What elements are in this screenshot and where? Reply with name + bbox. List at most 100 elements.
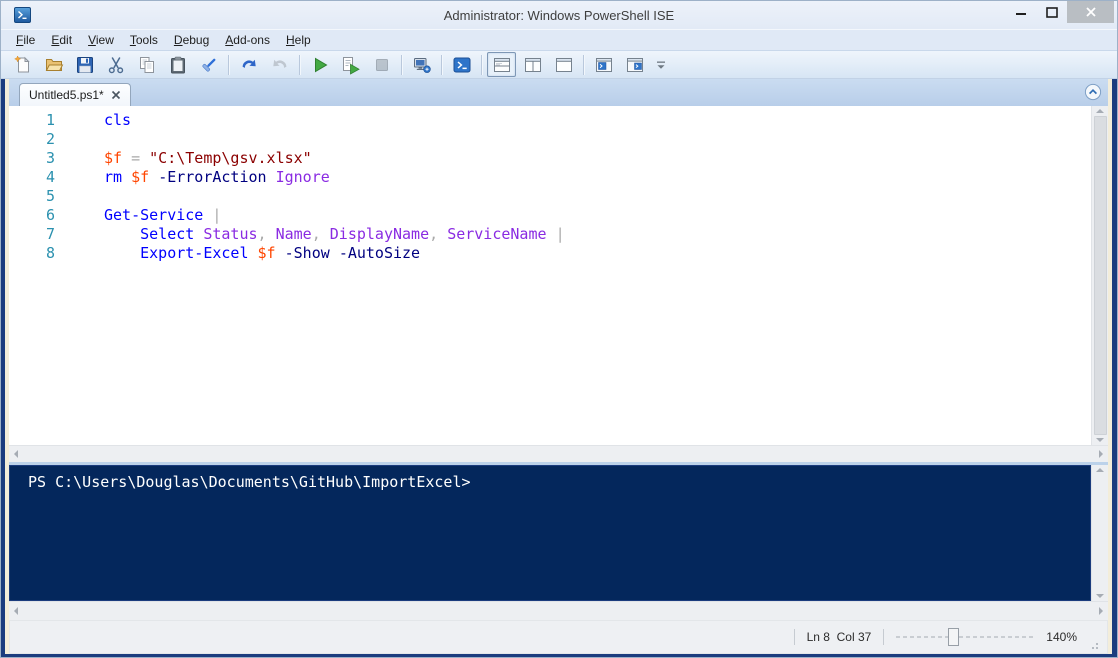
resize-grip-icon[interactable] — [1087, 638, 1099, 650]
copy-button[interactable] — [132, 52, 161, 77]
content-frame: Untitled5.ps1* 1cls23$f = "C:\Temp\gsv.x… — [1, 79, 1117, 657]
start-powershell-button[interactable] — [447, 52, 476, 77]
new-file-icon — [13, 55, 33, 75]
run-script-icon — [310, 55, 330, 75]
run-script-button[interactable] — [305, 52, 334, 77]
console-row: PS C:\Users\Douglas\Documents\GitHub\Imp… — [9, 465, 1108, 601]
code-text: Select Status, Name, DisplayName, Servic… — [59, 225, 565, 244]
collapse-script-pane-button[interactable] — [1084, 83, 1102, 101]
zoom-slider-track[interactable] — [896, 636, 1036, 638]
editor-line: 2 — [9, 130, 1091, 149]
scroll-right-icon[interactable] — [1099, 607, 1103, 615]
editor-line: 6Get-Service | — [9, 206, 1091, 225]
new-file-button[interactable] — [8, 52, 37, 77]
new-remote-powershell-tab-button[interactable] — [407, 52, 436, 77]
tab-close-button[interactable] — [111, 90, 121, 100]
script-pane-top-button[interactable] — [487, 52, 516, 77]
menu-item-debug[interactable]: Debug — [166, 31, 217, 49]
editor-vertical-scrollbar[interactable] — [1091, 106, 1108, 445]
line-number: 7 — [9, 225, 59, 244]
maximize-icon — [1046, 7, 1058, 18]
status-separator — [794, 629, 795, 645]
open-file-icon — [44, 55, 64, 75]
editor-line: 1cls — [9, 111, 1091, 130]
menu-item-add-ons[interactable]: Add-ons — [217, 31, 278, 49]
scroll-down-icon[interactable] — [1096, 438, 1104, 442]
script-pane-right-button[interactable] — [518, 52, 547, 77]
clear-console-icon — [199, 55, 219, 75]
maximize-button[interactable] — [1036, 1, 1067, 23]
editor-line: 7 Select Status, Name, DisplayName, Serv… — [9, 225, 1091, 244]
show-command-window-button[interactable] — [589, 52, 618, 77]
script-pane-top-icon — [492, 55, 512, 75]
line-number: 6 — [9, 206, 59, 225]
zoom-slider-handle[interactable] — [948, 628, 959, 646]
start-powershell-icon — [452, 55, 472, 75]
toolbar-options-button[interactable] — [651, 52, 671, 77]
chevron-up-circle-icon — [1084, 83, 1102, 101]
status-separator — [883, 629, 884, 645]
paste-button[interactable] — [163, 52, 192, 77]
line-number: 1 — [9, 111, 59, 130]
menu-bar: FileEditViewToolsDebugAdd-onsHelp — [1, 29, 1117, 50]
save-button[interactable] — [70, 52, 99, 77]
menu-item-edit[interactable]: Edit — [43, 31, 80, 49]
code-text: Get-Service | — [59, 206, 221, 225]
menu-item-help[interactable]: Help — [278, 31, 319, 49]
clear-console-button[interactable] — [194, 52, 223, 77]
toolbar-separator — [299, 55, 300, 75]
close-button[interactable] — [1067, 1, 1114, 23]
menu-item-view[interactable]: View — [80, 31, 122, 49]
toolbar-separator — [401, 55, 402, 75]
code-editor[interactable]: 1cls23$f = "C:\Temp\gsv.xlsx"4rm $f -Err… — [9, 106, 1091, 445]
toolbar-separator — [481, 55, 482, 75]
zoom-level: 140% — [1046, 630, 1077, 644]
scrollbar-thumb[interactable] — [1094, 116, 1107, 435]
scroll-up-icon[interactable] — [1096, 109, 1104, 113]
copy-icon — [137, 55, 157, 75]
code-text — [59, 130, 104, 149]
scroll-left-icon[interactable] — [14, 450, 18, 458]
line-number: 4 — [9, 168, 59, 187]
tab-label: Untitled5.ps1* — [29, 88, 104, 102]
code-text: rm $f -ErrorAction Ignore — [59, 168, 330, 187]
window-title: Administrator: Windows PowerShell ISE — [1, 8, 1117, 23]
run-selection-button[interactable] — [336, 52, 365, 77]
redo-button[interactable] — [265, 52, 294, 77]
redo-icon — [270, 55, 290, 75]
tab-untitled5[interactable]: Untitled5.ps1* — [19, 83, 131, 106]
cut-button[interactable] — [101, 52, 130, 77]
console-vertical-scrollbar[interactable] — [1091, 465, 1108, 601]
show-command-window-icon — [594, 55, 614, 75]
script-pane: 1cls23$f = "C:\Temp\gsv.xlsx"4rm $f -Err… — [9, 106, 1108, 462]
editor-line: 3$f = "C:\Temp\gsv.xlsx" — [9, 149, 1091, 168]
editor-horizontal-scrollbar[interactable] — [9, 445, 1108, 462]
scroll-down-icon[interactable] — [1096, 594, 1104, 598]
scroll-left-icon[interactable] — [14, 607, 18, 615]
scroll-up-icon[interactable] — [1096, 468, 1104, 472]
show-console-pane-button[interactable] — [620, 52, 649, 77]
title-bar: Administrator: Windows PowerShell ISE — [1, 1, 1117, 29]
toolbar — [1, 50, 1117, 79]
script-pane-maximized-button[interactable] — [549, 52, 578, 77]
menu-item-tools[interactable]: Tools — [122, 31, 166, 49]
minimize-button[interactable] — [1005, 1, 1036, 23]
script-pane-maximized-icon — [554, 55, 574, 75]
undo-icon — [239, 55, 259, 75]
save-icon — [75, 55, 95, 75]
editor-line: 8 Export-Excel $f -Show -AutoSize — [9, 244, 1091, 263]
cut-icon — [106, 55, 126, 75]
undo-button[interactable] — [234, 52, 263, 77]
powershell-ise-window: Administrator: Windows PowerShell ISE Fi… — [0, 0, 1118, 658]
powershell-app-icon — [14, 7, 31, 23]
line-number: 5 — [9, 187, 59, 206]
console-horizontal-scrollbar[interactable] — [9, 601, 1108, 620]
open-file-button[interactable] — [39, 52, 68, 77]
scroll-right-icon[interactable] — [1099, 450, 1103, 458]
console-pane[interactable]: PS C:\Users\Douglas\Documents\GitHub\Imp… — [9, 465, 1091, 601]
zoom-slider[interactable] — [896, 628, 1036, 646]
tab-strip: Untitled5.ps1* — [9, 79, 1108, 106]
stop-operation-button[interactable] — [367, 52, 396, 77]
menu-item-file[interactable]: File — [8, 31, 43, 49]
code-text: cls — [59, 111, 131, 130]
